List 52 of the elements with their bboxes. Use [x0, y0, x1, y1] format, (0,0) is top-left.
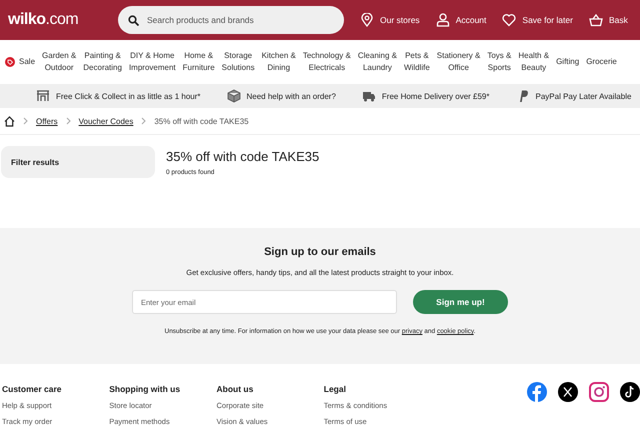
info-text: Free Home Delivery over £59* [382, 92, 490, 100]
chevron-icon [141, 117, 146, 125]
heart-icon [502, 13, 516, 27]
category-link[interactable]: Kitchen & Dining [262, 50, 296, 74]
header-link[interactable]: Save for later [502, 13, 573, 27]
home-icon[interactable] [4, 116, 15, 126]
category-link[interactable]: Sale [5, 56, 36, 68]
pin-icon [360, 13, 374, 27]
truck-icon [362, 89, 376, 103]
category-link[interactable]: Painting & Decorating [83, 50, 122, 74]
music-note-icon[interactable] [620, 382, 640, 402]
account-icon [436, 13, 450, 27]
category-link[interactable]: Cleaning & Laundry [358, 50, 397, 74]
category-link[interactable]: Health & Beauty [518, 50, 550, 74]
filter-results-button[interactable]: Filter results [1, 146, 155, 178]
page-title: 35% off with code TAKE35 [166, 149, 320, 164]
shop-icon [36, 89, 50, 103]
category-link[interactable]: Garden & Outdoor [42, 50, 76, 74]
chevron-icon [23, 117, 28, 125]
signup-button[interactable]: Sign me up! [413, 290, 508, 314]
tag-icon [5, 57, 15, 67]
signup-heading: Sign up to our emails [264, 246, 376, 258]
breadcrumb-link[interactable]: Voucher Codes [78, 116, 134, 126]
header-link[interactable]: Bask [588, 13, 628, 27]
breadcrumb-current: 35% off with code TAKE35 [154, 116, 249, 126]
category-link[interactable]: Pets & Wildlife [404, 50, 430, 74]
x-logo-icon[interactable] [558, 382, 578, 402]
breadcrumb-link[interactable]: Offers [36, 116, 58, 126]
category-link[interactable]: Grocerie [586, 56, 617, 68]
chevron-icon [66, 117, 71, 125]
category-link[interactable]: Toys & Sports [487, 50, 512, 74]
wilko-logo[interactable]: wilko.com [8, 11, 118, 29]
footer-heading: Legal [324, 384, 347, 394]
parcel-icon [226, 89, 240, 103]
search-field[interactable]: Search products and brands [118, 6, 344, 34]
category-link[interactable]: DIY & Home Improvement [128, 50, 176, 74]
category-link[interactable]: Storage Solutions [222, 50, 255, 74]
header-link[interactable]: Account [436, 13, 486, 27]
facebook-icon[interactable] [527, 382, 547, 402]
info-text: PayPal Pay Later Available [536, 92, 632, 100]
category-link[interactable]: Technology & Electricals [302, 50, 351, 74]
category-link[interactable]: Gifting [556, 56, 580, 68]
basket-icon [588, 13, 603, 27]
header-link[interactable]: Our stores [360, 13, 420, 27]
info-text: Free Click & Collect in as little as 1 hour* [56, 92, 200, 100]
footer-heading: Customer care [2, 384, 63, 394]
footer-heading: Shopping with us [109, 384, 182, 394]
footer-heading: About us [216, 384, 254, 394]
category-link[interactable]: Stationery & Office [436, 50, 480, 74]
category-link[interactable]: Home & Furniture [182, 50, 215, 74]
instagram-icon[interactable] [589, 382, 609, 402]
info-text: Need help with an order? [246, 92, 336, 100]
